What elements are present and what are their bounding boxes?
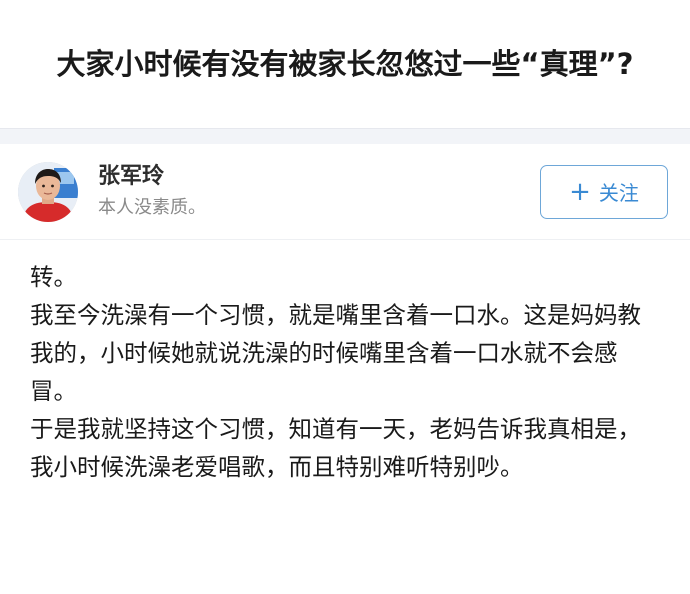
author-name[interactable]: 张军玲 (98, 162, 540, 192)
plus-icon: + (569, 176, 591, 207)
follow-button-label: 关注 (598, 181, 639, 205)
user-avatar[interactable] (18, 161, 78, 222)
bottom-fade (0, 572, 690, 594)
question-title: 大家小时候有没有被家长忽悠过一些“真理”? (56, 47, 634, 81)
avatar-photo-icon (18, 161, 78, 222)
section-divider (0, 128, 690, 144)
author-card: 张军玲 本人没素质。 + 关注 (0, 144, 690, 240)
author-info: 张军玲 本人没素质。 (98, 162, 540, 222)
follow-button[interactable]: + 关注 (540, 164, 668, 219)
answer-paragraph: 于是我就坚持这个习惯，知道有一天，老妈告诉我真相是，我小时候洗澡老爱唱歌，而且特… (30, 415, 641, 481)
answer-paragraph: 我至今洗澡有一个习惯，就是嘴里含着一口水。这是妈妈教我的，小时候她就说洗澡的时候… (30, 301, 641, 405)
author-bio: 本人没素质。 (98, 196, 206, 218)
answer-body: 转。 我至今洗澡有一个习惯，就是嘴里含着一口水。这是妈妈教我的，小时候她就说洗澡… (0, 240, 690, 486)
question-header: 大家小时候有没有被家长忽悠过一些“真理”? (0, 0, 690, 128)
answer-paragraph: 转。 (30, 263, 77, 291)
